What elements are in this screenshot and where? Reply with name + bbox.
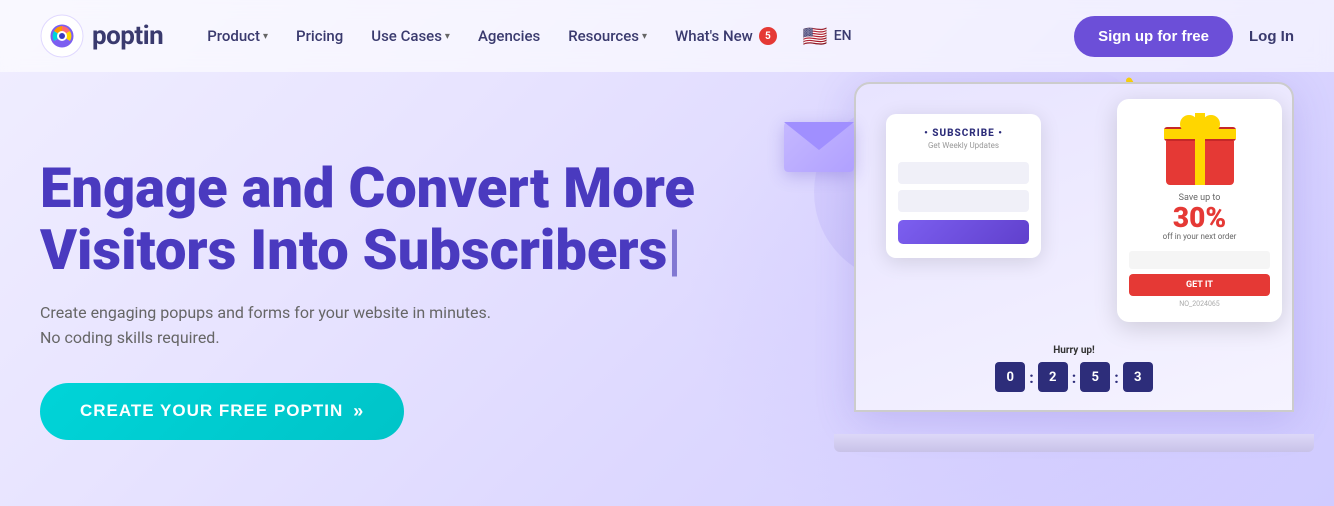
timer-sep-1: :	[1029, 368, 1034, 387]
login-button[interactable]: Log In	[1249, 28, 1294, 45]
cta-arrows-icon: »	[353, 401, 364, 422]
discount-btn-label: GET IT	[1186, 280, 1213, 290]
nav-links: Product ▾ Pricing Use Cases ▾ Agencies R…	[195, 18, 1058, 54]
laptop-screen: • SUBSCRIBE • Get Weekly Updates	[854, 82, 1294, 412]
discount-code: NO_2024065	[1129, 300, 1270, 308]
chevron-down-icon: ▾	[263, 31, 268, 42]
gift-illustration	[1160, 113, 1240, 185]
nav-item-product[interactable]: Product ▾	[195, 19, 280, 53]
timer-days: 0	[995, 362, 1025, 392]
nav-item-whats-new[interactable]: What's New 5	[663, 19, 789, 53]
hurry-label: Hurry up!	[984, 345, 1164, 356]
chevron-down-icon-3: ▾	[642, 31, 647, 42]
cta-label: CREATE YOUR FREE POPTIN	[80, 401, 343, 421]
language-label: EN	[834, 28, 852, 44]
discount-percent: 30%	[1129, 204, 1270, 232]
logo-icon	[40, 14, 84, 58]
subscribe-button	[898, 220, 1029, 244]
discount-popup: Save up to 30% off in your next order GE…	[1117, 99, 1282, 322]
discount-get-button: GET IT	[1129, 274, 1270, 296]
signup-button[interactable]: Sign up for free	[1074, 16, 1233, 57]
timer-sep-2: :	[1072, 368, 1077, 387]
flag-icon: 🇺🇸	[803, 24, 828, 48]
cta-button[interactable]: CREATE YOUR FREE POPTIN »	[40, 383, 404, 440]
hero-section: Engage and Convert More Visitors Into Su…	[0, 72, 1334, 506]
bow-right	[1202, 115, 1220, 133]
nav-item-pricing[interactable]: Pricing	[284, 19, 355, 53]
subscribe-subtitle: Get Weekly Updates	[898, 141, 1029, 150]
hurry-section: Hurry up! 0 : 2 : 5 : 3	[984, 345, 1164, 392]
nav-item-resources[interactable]: Resources ▾	[556, 19, 659, 53]
hero-title: Engage and Convert More Visitors Into Su…	[40, 158, 740, 281]
nav-label-whats-new: What's New	[675, 27, 753, 45]
nav-actions: Sign up for free Log In	[1074, 16, 1294, 57]
discount-off-text: off in your next order	[1129, 232, 1270, 241]
laptop-mockup: • SUBSCRIBE • Get Weekly Updates	[834, 82, 1314, 462]
subscribe-popup: • SUBSCRIBE • Get Weekly Updates	[886, 114, 1041, 258]
timer: 0 : 2 : 5 : 3	[984, 362, 1164, 392]
envelope-flap	[784, 122, 854, 150]
language-selector[interactable]: 🇺🇸 EN	[793, 18, 862, 54]
envelope-illustration	[784, 122, 854, 172]
nav-item-use-cases[interactable]: Use Cases ▾	[359, 19, 462, 53]
bow-left	[1180, 115, 1198, 133]
discount-email-input	[1129, 251, 1270, 269]
hero-subtitle: Create engaging popups and forms for you…	[40, 300, 740, 351]
subscribe-input-2	[898, 190, 1029, 212]
nav-label-resources: Resources	[568, 27, 639, 45]
whats-new-badge: 5	[759, 27, 777, 45]
hero-subtitle-line2: No coding skills required.	[40, 328, 220, 347]
logo-text: poptin	[92, 21, 163, 51]
nav-label-use-cases: Use Cases	[371, 27, 442, 45]
subscribe-title: • SUBSCRIBE •	[898, 128, 1029, 139]
nav-label-product: Product	[207, 27, 260, 45]
logo-link[interactable]: poptin	[40, 14, 163, 58]
navbar: poptin Product ▾ Pricing Use Cases ▾ Age…	[0, 0, 1334, 72]
nav-item-agencies[interactable]: Agencies	[466, 19, 552, 53]
laptop-base	[834, 434, 1314, 452]
timer-sep-3: :	[1114, 368, 1119, 387]
nav-label-pricing: Pricing	[296, 27, 343, 45]
subscribe-input-1	[898, 162, 1029, 184]
hero-title-line2: Visitors Into Subscribers	[40, 217, 667, 283]
timer-seconds: 3	[1123, 362, 1153, 392]
chevron-down-icon-2: ▾	[445, 31, 450, 42]
hero-subtitle-line1: Create engaging popups and forms for you…	[40, 303, 491, 322]
timer-hours: 2	[1038, 362, 1068, 392]
nav-label-agencies: Agencies	[478, 27, 540, 45]
hero-visual: • SUBSCRIBE • Get Weekly Updates	[734, 72, 1334, 506]
hero-title-line1: Engage and Convert More	[40, 155, 695, 221]
timer-minutes: 5	[1080, 362, 1110, 392]
hero-content: Engage and Convert More Visitors Into Su…	[40, 158, 740, 439]
